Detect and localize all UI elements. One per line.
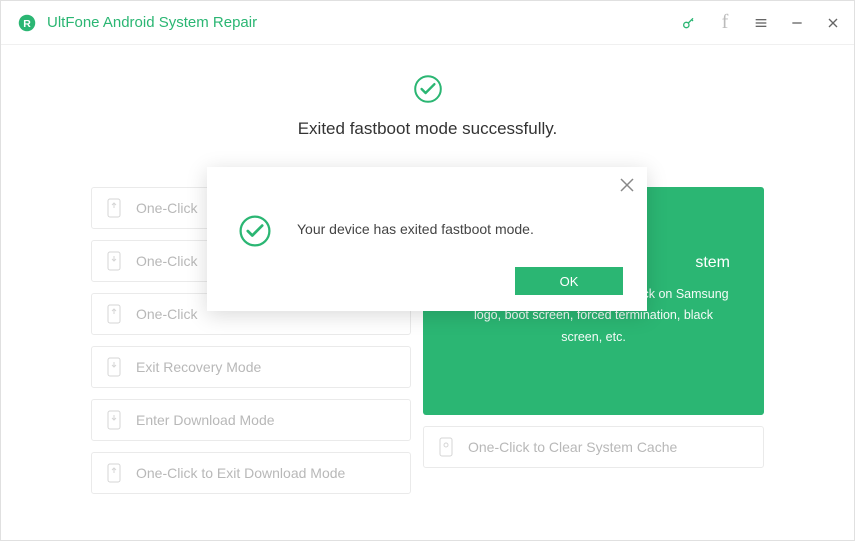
titlebar-controls: f (680, 14, 842, 32)
titlebar: R UltFone Android System Repair f (1, 1, 854, 45)
ok-button[interactable]: OK (515, 267, 623, 295)
phone-icon (106, 304, 122, 324)
option-label: Enter Download Mode (136, 412, 275, 428)
dialog-message: Your device has exited fastboot mode. (297, 213, 534, 237)
phone-icon (106, 463, 122, 483)
success-dialog: Your device has exited fastboot mode. OK (207, 167, 647, 311)
dialog-footer: OK (515, 267, 623, 295)
key-icon[interactable] (680, 14, 698, 32)
success-header: Exited fastboot mode successfully. (1, 73, 854, 139)
success-message: Exited fastboot mode successfully. (1, 119, 854, 139)
exit-download-button[interactable]: One-Click to Exit Download Mode (91, 452, 411, 494)
facebook-icon[interactable]: f (716, 14, 734, 32)
app-title: UltFone Android System Repair (47, 14, 257, 31)
menu-icon[interactable] (752, 14, 770, 32)
phone-icon (438, 437, 454, 457)
app-logo-icon: R (17, 13, 37, 33)
dialog-close-icon[interactable] (619, 177, 635, 193)
phone-icon (106, 357, 122, 377)
svg-text:R: R (23, 17, 31, 29)
option-label: One-Click (136, 306, 197, 322)
option-label: Exit Recovery Mode (136, 359, 261, 375)
close-icon[interactable] (824, 14, 842, 32)
enter-download-button[interactable]: Enter Download Mode (91, 399, 411, 441)
success-check-icon (412, 73, 444, 105)
option-label: One-Click to Clear System Cache (468, 439, 677, 455)
dialog-body: Your device has exited fastboot mode. (207, 167, 647, 249)
option-label: One-Click to Exit Download Mode (136, 465, 345, 481)
dialog-check-icon (237, 213, 273, 249)
phone-icon (106, 410, 122, 430)
phone-icon (106, 198, 122, 218)
option-label: One-Click (136, 200, 197, 216)
app-window: R UltFone Android System Repair f (0, 0, 855, 541)
option-label: One-Click (136, 253, 197, 269)
minimize-icon[interactable] (788, 14, 806, 32)
exit-recovery-button[interactable]: Exit Recovery Mode (91, 346, 411, 388)
feature-card-title: stem (695, 254, 734, 272)
phone-icon (106, 251, 122, 271)
clear-cache-button[interactable]: One-Click to Clear System Cache (423, 426, 764, 468)
